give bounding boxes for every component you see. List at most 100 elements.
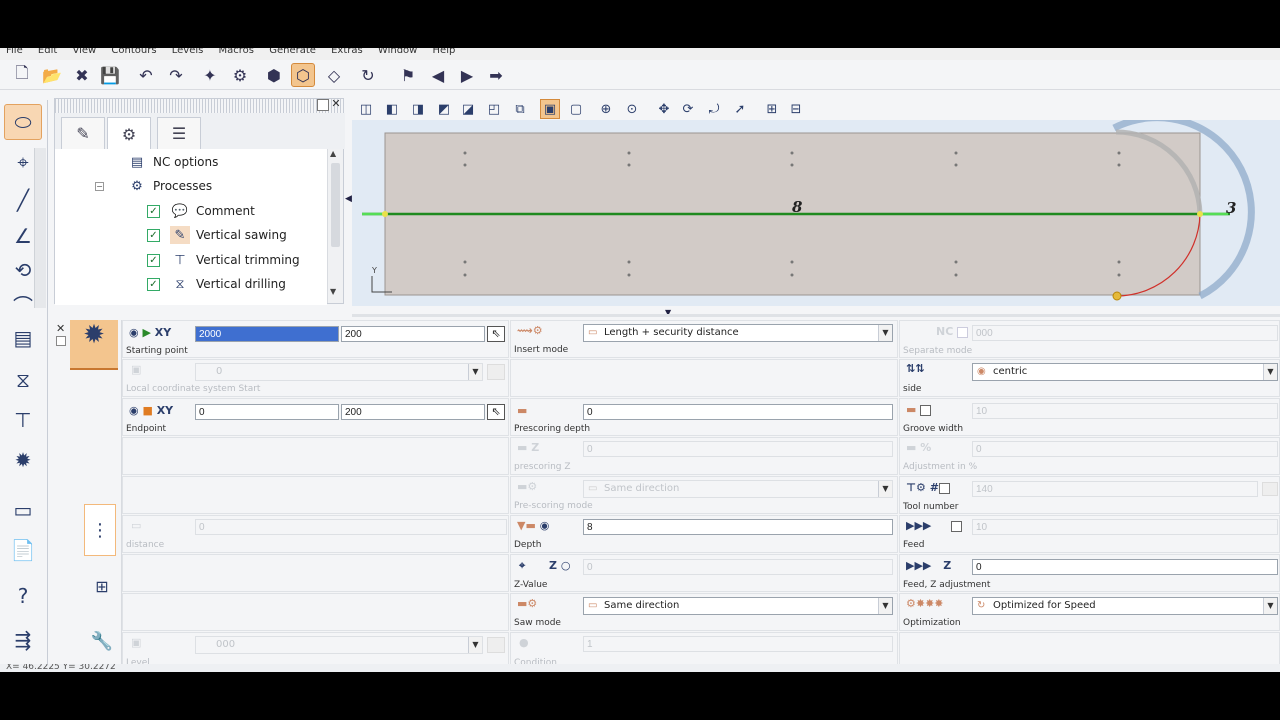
checkbox-vertical-trimming[interactable]: ✓ xyxy=(147,253,160,267)
trim-tool-icon[interactable]: ⊤ xyxy=(4,402,42,438)
starting-point-x-input[interactable] xyxy=(195,326,339,342)
splitter[interactable] xyxy=(352,314,1280,317)
scroll-down-icon[interactable]: ▼ xyxy=(330,287,336,296)
simulation-icon[interactable]: ⚑ xyxy=(396,63,420,87)
checkbox-vertical-drilling[interactable]: ✓ xyxy=(147,277,160,291)
panel-icon[interactable]: ▭ xyxy=(4,492,42,528)
zoom-fit-icon[interactable]: ⊙ xyxy=(622,99,642,119)
starting-point-y-input[interactable] xyxy=(341,326,485,342)
contour-select-icon[interactable]: ⬭ xyxy=(4,104,42,140)
left-toolbar-scrollbar[interactable] xyxy=(34,148,46,308)
saw-mode-select[interactable]: ▭ Same direction ▼ xyxy=(583,597,893,615)
zoom-icon[interactable]: ⊕ xyxy=(596,99,616,119)
view-wireframe-icon[interactable]: ◇ xyxy=(322,63,346,87)
view-wire-icon[interactable]: ▢ xyxy=(566,99,586,119)
tab-parameters-icon[interactable]: ⋮ xyxy=(84,504,116,556)
settings-icon[interactable]: ⚙ xyxy=(228,63,252,87)
tree-panel-float-icon[interactable] xyxy=(317,99,329,111)
delete-file-icon[interactable]: ✖ xyxy=(70,63,94,87)
orbit-icon[interactable]: ⤾ xyxy=(704,99,724,119)
properties-close-icon[interactable]: ✕ xyxy=(56,322,65,335)
undo-icon[interactable]: ↶ xyxy=(134,63,158,87)
grid-icon[interactable]: ⊞ xyxy=(762,99,782,119)
tab-processes-icon[interactable]: ⚙ xyxy=(107,117,151,150)
view-front-icon[interactable]: ◫ xyxy=(356,99,376,119)
new-component-icon[interactable]: ✦ xyxy=(198,63,222,87)
tree-panel-close-icon[interactable]: ✕ xyxy=(330,98,342,111)
endpoint-x-input[interactable] xyxy=(195,404,339,420)
redo-icon[interactable]: ↷ xyxy=(164,63,188,87)
cad-canvas[interactable]: 8 3 Y xyxy=(352,114,1280,306)
forward-icon[interactable]: ➡ xyxy=(484,63,508,87)
scroll-up-icon[interactable]: ▲ xyxy=(330,149,336,158)
back-icon[interactable]: ◀ xyxy=(426,63,450,87)
view-iso-icon[interactable]: ⧉ xyxy=(510,99,530,119)
tree-item-processes[interactable]: − ⚙ Processes xyxy=(95,175,212,197)
tab-list-icon[interactable]: ☰ xyxy=(157,117,201,149)
view-right-icon[interactable]: ◧ xyxy=(382,99,402,119)
new-file-icon[interactable]: 🗋 xyxy=(10,63,34,87)
menu-view[interactable]: View xyxy=(72,48,96,56)
tree-panel-grip[interactable] xyxy=(55,99,345,113)
side-select[interactable]: ◉ centric ▼ xyxy=(972,363,1278,381)
menu-extras[interactable]: Extras xyxy=(331,48,363,56)
pan-icon[interactable]: ✥ xyxy=(654,99,674,119)
pick-point-icon[interactable]: ⇖ xyxy=(487,326,505,342)
pick-endpoint-icon[interactable]: ⇖ xyxy=(487,404,505,420)
view-shaded-icon[interactable]: ▣ xyxy=(540,99,560,119)
snap-icon[interactable]: ⊟ xyxy=(786,99,806,119)
view-left-icon[interactable]: ◩ xyxy=(434,99,454,119)
insert-mode-select[interactable]: ▭ Length + security distance ▼ xyxy=(583,324,893,342)
tree-item-vertical-sawing[interactable]: ✓ ✎ Vertical sawing xyxy=(147,224,287,246)
menu-macros[interactable]: Macros xyxy=(219,48,254,56)
tree-item-nc-options[interactable]: ▤ NC options xyxy=(127,151,219,173)
menu-window[interactable]: Window xyxy=(378,48,417,56)
optimization-select[interactable]: ↻ Optimized for Speed ▼ xyxy=(972,597,1278,615)
adjustment-icon: ▬ % xyxy=(906,441,932,454)
properties-float-icon[interactable] xyxy=(56,336,66,346)
view-bottom-icon[interactable]: ◰ xyxy=(484,99,504,119)
prescoring-depth-input[interactable] xyxy=(583,404,893,420)
local-coord-cell: ▣ 0 ▼ Local coordinate system Start xyxy=(122,359,509,397)
view-3d-solid-icon[interactable]: ⬡ xyxy=(291,63,315,87)
open-file-icon[interactable]: 📂 xyxy=(40,63,64,87)
panel-collapse-arrow-icon[interactable]: ◀ xyxy=(345,194,352,204)
checkbox-comment[interactable]: ✓ xyxy=(147,204,160,218)
menu-generate[interactable]: Generate xyxy=(269,48,316,56)
rotate-view-icon[interactable]: ⟳ xyxy=(678,99,698,119)
menu-edit[interactable]: Edit xyxy=(38,48,57,56)
tree-scroll-thumb[interactable] xyxy=(331,163,340,247)
menu-levels[interactable]: Levels xyxy=(172,48,204,56)
checkbox-vertical-sawing[interactable]: ✓ xyxy=(147,228,160,242)
refresh-icon[interactable]: ↻ xyxy=(356,63,380,87)
menu-help[interactable]: Help xyxy=(433,48,456,56)
saw-blade-icon[interactable]: ✹ xyxy=(4,442,42,478)
tab-add-parameter-icon[interactable]: ⊞ xyxy=(90,560,114,612)
layers-icon[interactable]: ▤ xyxy=(4,320,42,356)
nc-program-icon[interactable]: 📄 xyxy=(4,532,42,568)
view-top-icon[interactable]: ◪ xyxy=(458,99,478,119)
collapse-icon[interactable]: − xyxy=(95,181,104,191)
tree-item-vertical-drilling[interactable]: ✓ ⧖ Vertical drilling xyxy=(147,273,286,295)
view-back-icon[interactable]: ◨ xyxy=(408,99,428,119)
menu-file[interactable]: File xyxy=(6,48,23,56)
prescoring-mode-icon: ▬⚙ xyxy=(517,480,538,493)
menu-contours[interactable]: Contours xyxy=(111,48,156,56)
save-icon[interactable]: 💾 xyxy=(98,63,122,87)
menu-bar: File Edit View Contours Levels Macros Ge… xyxy=(0,48,1280,60)
pointer-icon[interactable]: ➚ xyxy=(730,99,750,119)
tab-tool-wrench-icon[interactable]: 🔧 xyxy=(90,616,114,666)
depth-input[interactable] xyxy=(583,519,893,535)
endpoint-y-input[interactable] xyxy=(341,404,485,420)
drill-tool-icon[interactable]: ⧖ xyxy=(4,362,42,398)
help-icon[interactable]: ? xyxy=(4,578,42,614)
view-3d-icon[interactable]: ⬢ xyxy=(262,63,286,87)
depth-cell: ▼▬ ◉ Depth xyxy=(510,515,898,553)
tree-item-comment[interactable]: ✓ 💬 Comment xyxy=(147,200,255,222)
tree-scrollbar[interactable]: ▲ ▼ xyxy=(327,149,343,303)
export-icon[interactable]: ⇶ xyxy=(4,622,42,658)
feed-z-input[interactable] xyxy=(972,559,1278,575)
tab-edit-icon[interactable]: ✎ xyxy=(61,117,105,149)
tree-item-vertical-trimming[interactable]: ✓ ⊤ Vertical trimming xyxy=(147,249,300,271)
play-icon[interactable]: ▶ xyxy=(455,63,479,87)
